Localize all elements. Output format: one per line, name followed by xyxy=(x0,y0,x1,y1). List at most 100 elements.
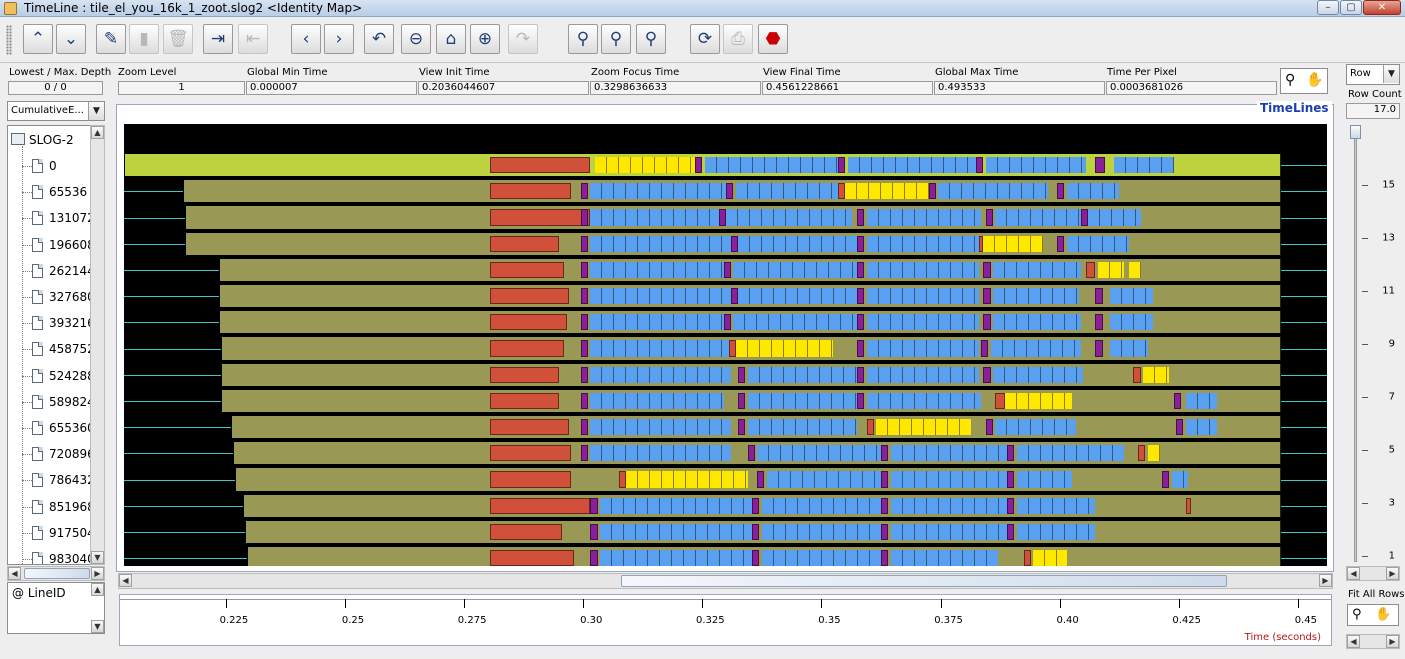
tree-item[interactable]: 458752 xyxy=(8,337,95,363)
state-yellow[interactable] xyxy=(1097,261,1124,278)
state-yellow[interactable] xyxy=(735,340,834,357)
state-blue[interactable] xyxy=(847,157,977,174)
row-slider-thumb[interactable] xyxy=(1350,125,1361,139)
state-red[interactable] xyxy=(490,497,591,514)
state-purple[interactable] xyxy=(857,392,865,409)
state-blue[interactable] xyxy=(1171,471,1189,488)
tree-item[interactable]: 262144 xyxy=(8,259,95,285)
state-purple[interactable] xyxy=(983,314,991,331)
state-blue[interactable] xyxy=(599,550,753,566)
undo-button[interactable]: ↶ xyxy=(364,24,394,54)
state-blue[interactable] xyxy=(761,523,881,540)
state-blue[interactable] xyxy=(735,183,839,200)
state-purple[interactable] xyxy=(590,550,598,566)
state-blue[interactable] xyxy=(747,419,858,436)
up-button[interactable]: ⌃ xyxy=(23,24,53,54)
state-purple[interactable] xyxy=(857,314,865,331)
state-red[interactable] xyxy=(1085,261,1096,278)
tree-item[interactable]: 196608 xyxy=(8,233,95,259)
state-purple[interactable] xyxy=(738,419,746,436)
scroll-right-arrow-icon[interactable]: ▶ xyxy=(91,567,104,580)
state-blue[interactable] xyxy=(1109,288,1153,305)
right-scroll-right-icon[interactable]: ▶ xyxy=(1386,567,1399,580)
expand-button[interactable]: ⇥ xyxy=(203,24,233,54)
state-red[interactable] xyxy=(490,340,565,357)
state-blue[interactable] xyxy=(590,209,719,226)
tree-item[interactable]: 524288 xyxy=(8,364,95,390)
state-blue[interactable] xyxy=(590,445,731,462)
stop-button[interactable]: ⬣ xyxy=(758,24,788,54)
scroll-down-arrow-icon[interactable]: ▼ xyxy=(91,551,104,564)
state-purple[interactable] xyxy=(976,157,984,174)
state-yellow[interactable] xyxy=(626,471,748,488)
state-red[interactable] xyxy=(490,314,567,331)
state-blue[interactable] xyxy=(590,366,731,383)
edit-button[interactable]: ✎ xyxy=(96,24,126,54)
tree-item[interactable]: 65536 xyxy=(8,180,94,206)
state-blue[interactable] xyxy=(866,340,979,357)
state-blue[interactable] xyxy=(866,288,979,305)
state-blue[interactable] xyxy=(938,183,1048,200)
tree-horizontal-scrollbar[interactable]: ◀ ▶ xyxy=(7,566,105,581)
zoom-mode-icon[interactable]: ⚲ xyxy=(1285,72,1295,88)
state-blue[interactable] xyxy=(590,288,731,305)
zoom-out-button[interactable]: ⊖ xyxy=(401,24,431,54)
state-red[interactable] xyxy=(866,419,874,436)
refresh-button[interactable]: ⟳ xyxy=(690,24,720,54)
state-blue[interactable] xyxy=(590,419,731,436)
state-red[interactable] xyxy=(490,157,591,174)
tree-item[interactable]: 851968 xyxy=(8,495,95,521)
state-blue[interactable] xyxy=(733,261,858,278)
state-red[interactable] xyxy=(490,261,565,278)
zoom-mode-icon[interactable]: ⚲ xyxy=(1352,607,1362,622)
state-blue[interactable] xyxy=(890,550,998,566)
state-blue[interactable] xyxy=(738,235,858,252)
state-purple[interactable] xyxy=(880,497,889,514)
state-yellow[interactable] xyxy=(1147,445,1160,462)
state-red[interactable] xyxy=(490,523,562,540)
state-blue[interactable] xyxy=(1109,314,1153,331)
state-purple[interactable] xyxy=(752,497,760,514)
row-slider[interactable]: 15 13 11 9 7 5 3 1 xyxy=(1346,124,1401,566)
row-select[interactable]: Row ▼ xyxy=(1346,64,1400,85)
state-blue[interactable] xyxy=(1066,235,1129,252)
cumulative-select[interactable]: CumulativeE... ▼ xyxy=(7,101,105,121)
state-blue[interactable] xyxy=(1016,523,1096,540)
maximize-button[interactable]: ▢ xyxy=(1340,0,1362,15)
state-purple[interactable] xyxy=(738,366,746,383)
state-blue[interactable] xyxy=(992,261,1082,278)
state-purple[interactable] xyxy=(580,340,588,357)
search-init-button[interactable]: ⚲ xyxy=(601,24,631,54)
state-purple[interactable] xyxy=(747,445,755,462)
state-purple[interactable] xyxy=(730,235,739,252)
right-scroll-left-icon[interactable]: ◀ xyxy=(1347,567,1360,580)
state-purple[interactable] xyxy=(981,340,989,357)
state-red[interactable] xyxy=(728,340,736,357)
state-red[interactable] xyxy=(618,471,627,488)
right-horizontal-scrollbar[interactable]: ◀ ▶ xyxy=(1346,566,1400,581)
state-blue[interactable] xyxy=(590,392,724,409)
state-red[interactable] xyxy=(490,366,560,383)
state-purple[interactable] xyxy=(857,261,865,278)
state-red[interactable] xyxy=(490,235,560,252)
tree-item[interactable]: 655360 xyxy=(8,416,95,442)
state-bar-process[interactable] xyxy=(124,153,1282,178)
state-purple[interactable] xyxy=(730,288,739,305)
hand-mode-icon[interactable]: ✋ xyxy=(1375,607,1391,622)
tree-h-scroll-thumb[interactable] xyxy=(24,568,90,579)
state-red[interactable] xyxy=(1185,497,1191,514)
search-forward-button[interactable]: ⚲ xyxy=(636,24,666,54)
state-red[interactable] xyxy=(490,392,560,409)
state-red[interactable] xyxy=(490,209,591,226)
state-purple[interactable] xyxy=(1057,235,1065,252)
state-blue[interactable] xyxy=(1066,183,1120,200)
minimize-button[interactable]: – xyxy=(1317,0,1339,15)
state-blue[interactable] xyxy=(992,288,1079,305)
state-purple[interactable] xyxy=(580,261,588,278)
hand-mode-icon[interactable]: ✋ xyxy=(1306,72,1323,88)
state-purple[interactable] xyxy=(985,419,993,436)
state-blue[interactable] xyxy=(890,471,1010,488)
state-purple[interactable] xyxy=(1007,445,1015,462)
state-purple[interactable] xyxy=(738,392,746,409)
state-blue[interactable] xyxy=(990,340,1082,357)
